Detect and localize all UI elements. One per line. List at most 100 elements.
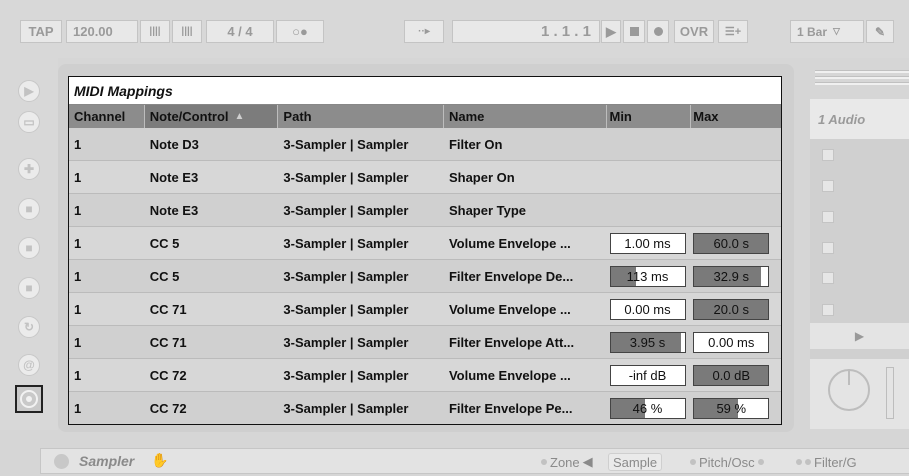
- table-row[interactable]: 1 Note E3 3-Sampler | Sampler Shaper Type: [69, 194, 781, 227]
- stop-button[interactable]: [623, 20, 645, 43]
- name-cell: Volume Envelope ...: [448, 235, 571, 251]
- overview-lines: [815, 70, 909, 90]
- record-button[interactable]: [647, 20, 669, 43]
- max-value-field[interactable]: 0.0 dB: [693, 364, 770, 386]
- device-browser-icon[interactable]: ▭: [18, 111, 40, 133]
- folder-1-icon[interactable]: ■: [18, 198, 40, 220]
- table-row[interactable]: 1 CC 5 3-Sampler | Sampler Volume Envelope …: [69, 227, 781, 260]
- table-row[interactable]: 1 CC 71 3-Sampler | Sampler Volume Envelope…: [69, 293, 781, 326]
- max-value-field[interactable]: 59 %: [693, 397, 770, 419]
- path-cell: 3-Sampler | Sampler: [283, 235, 409, 251]
- midi-map-mode-button[interactable]: [15, 385, 43, 413]
- tab-label: Filter/G: [814, 454, 857, 470]
- quantize-menu[interactable]: 1 Bar ▽: [790, 20, 864, 43]
- table-row[interactable]: 1 CC 72 3-Sampler | Sampler Filter Envelope…: [69, 392, 781, 424]
- tab-filter-global[interactable]: Filter/G: [789, 453, 861, 471]
- level-meter: [886, 367, 894, 419]
- metronome-button[interactable]: ○●: [276, 20, 324, 43]
- max-value-text: 60.0 s: [713, 235, 749, 251]
- max-value-field[interactable]: 32.9 s: [693, 265, 770, 287]
- max-cell: [691, 161, 781, 193]
- follow-button[interactable]: ··▸: [404, 20, 444, 43]
- note-control-cell: Note E3: [149, 202, 199, 218]
- min-value-field[interactable]: 1.00 ms: [609, 232, 686, 254]
- max-value-field[interactable]: 0.00 ms: [693, 331, 770, 353]
- clip-slot-4[interactable]: [822, 242, 834, 254]
- play-button[interactable]: ▶: [601, 20, 621, 43]
- min-value-field[interactable]: 46 %: [609, 397, 686, 419]
- name-cell: Filter On: [448, 136, 503, 152]
- min-cell: 0.00 ms: [608, 293, 692, 325]
- path-cell: 3-Sampler | Sampler: [283, 367, 409, 383]
- time-signature-field[interactable]: 4 / 4: [206, 20, 274, 43]
- triangle-left-icon: ◀: [582, 454, 593, 469]
- device-activator[interactable]: [54, 454, 69, 469]
- pan-knob[interactable]: [828, 369, 870, 411]
- clip-launch-button[interactable]: ▶: [810, 323, 909, 349]
- tap-button[interactable]: TAP: [20, 20, 62, 43]
- table-row[interactable]: 1 CC 71 3-Sampler | Sampler Filter Envelope…: [69, 326, 781, 359]
- channel-cell: 1: [74, 235, 82, 251]
- sampler-device-header: Sampler ✋ Zone ◀ Sample Pitch/Osc Filter…: [40, 448, 909, 474]
- max-cell: 60.0 s: [691, 227, 781, 259]
- table-row[interactable]: 1 Note D3 3-Sampler | Sampler Filter On: [69, 128, 781, 161]
- clip-slot-6[interactable]: [822, 304, 834, 316]
- table-row[interactable]: 1 CC 72 3-Sampler | Sampler Volume Envelope…: [69, 359, 781, 392]
- clip-slot-3[interactable]: [822, 211, 834, 223]
- column-header-name[interactable]: Name: [444, 105, 608, 128]
- tab-sample[interactable]: Sample: [608, 453, 663, 471]
- column-header-max[interactable]: Max: [691, 105, 781, 128]
- play-icon: ▶: [606, 23, 616, 39]
- table-row[interactable]: 1 Note E3 3-Sampler | Sampler Shaper On: [69, 161, 781, 194]
- channel-cell: 1: [74, 136, 82, 152]
- at-icon[interactable]: @: [18, 354, 40, 376]
- pencil-button[interactable]: ✎: [866, 20, 894, 43]
- column-header-min[interactable]: Min: [607, 105, 692, 128]
- tab-pitch-osc[interactable]: Pitch/Osc: [683, 453, 771, 471]
- min-value-field[interactable]: 3.95 s: [609, 331, 686, 353]
- loop-button[interactable]: ☰+: [718, 20, 748, 43]
- play-icon: ▶: [854, 329, 865, 343]
- max-cell: 0.0 dB: [691, 359, 781, 391]
- tab-zone[interactable]: Zone ◀: [534, 453, 597, 471]
- clip-slot-2[interactable]: [822, 180, 834, 192]
- tab-label: Pitch/Osc: [699, 454, 755, 470]
- min-value-field[interactable]: -inf dB: [609, 364, 686, 386]
- nudge-up-button[interactable]: ||||: [172, 20, 202, 43]
- min-cell: 113 ms: [608, 260, 692, 292]
- column-header-note-control[interactable]: Note/Control ▲: [144, 105, 279, 128]
- folder-2-icon[interactable]: ■: [18, 237, 40, 259]
- tempo-field[interactable]: 120.00: [66, 20, 138, 43]
- tab-label: Zone: [550, 454, 580, 470]
- clip-slot-5[interactable]: [822, 272, 834, 284]
- max-value-field[interactable]: 60.0 s: [693, 232, 770, 254]
- min-value-field[interactable]: 0.00 ms: [609, 298, 686, 320]
- overdub-button[interactable]: OVR: [674, 20, 714, 43]
- quantize-label: 1 Bar: [797, 24, 828, 39]
- device-bar: Sampler ✋ Zone ◀ Sample Pitch/Osc Filter…: [0, 440, 909, 476]
- track-title[interactable]: 1 Audio: [810, 99, 909, 139]
- column-header-channel[interactable]: Channel: [69, 105, 145, 128]
- song-position-field[interactable]: 1 . 1 . 1: [452, 20, 600, 43]
- min-value-text: -inf dB: [628, 367, 667, 383]
- folder-3-icon[interactable]: ■: [18, 277, 40, 299]
- max-cell: [691, 194, 781, 226]
- tab-led-icon: [805, 459, 811, 465]
- table-row[interactable]: 1 CC 5 3-Sampler | Sampler Filter Envelope …: [69, 260, 781, 293]
- max-cell: 59 %: [691, 392, 781, 424]
- note-control-cell: CC 72: [149, 367, 187, 383]
- name-cell: Shaper Type: [448, 202, 527, 218]
- min-cell: [608, 161, 692, 193]
- min-value-field[interactable]: 113 ms: [609, 265, 686, 287]
- nudge-down-button[interactable]: ||||: [140, 20, 170, 43]
- path-cell: 3-Sampler | Sampler: [283, 268, 409, 284]
- column-header-path[interactable]: Path: [278, 105, 444, 128]
- plugin-browser-icon[interactable]: ✚: [18, 158, 40, 180]
- max-value-field[interactable]: 20.0 s: [693, 298, 770, 320]
- play-browser-icon[interactable]: ▶: [18, 80, 40, 102]
- min-value-text: 46 %: [632, 400, 663, 416]
- path-cell: 3-Sampler | Sampler: [283, 169, 409, 185]
- hot-swap-icon[interactable]: ↻: [18, 316, 40, 338]
- clip-slot-1[interactable]: [822, 149, 834, 161]
- path-cell: 3-Sampler | Sampler: [283, 136, 409, 152]
